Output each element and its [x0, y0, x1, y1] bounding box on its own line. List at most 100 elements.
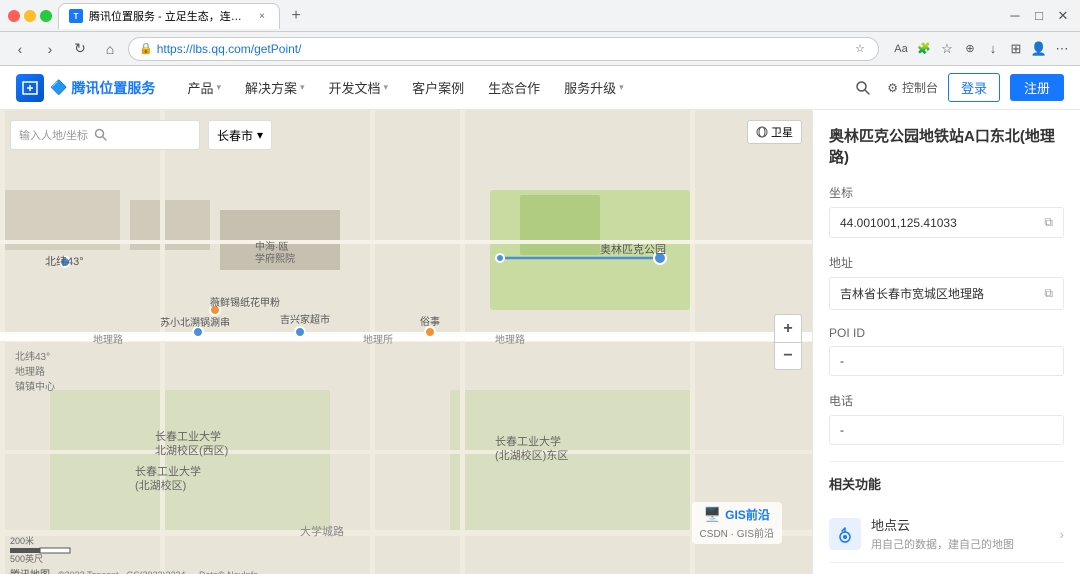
copy-address-button[interactable]: ⧉	[1044, 286, 1053, 301]
related-item-poi-cloud[interactable]: 地点云 用自己的数据，建自己的地图 ›	[829, 505, 1064, 563]
watermark-logo-text: GIS前沿	[725, 506, 770, 523]
map-search-bar: 输入人地/坐标 长春市 ▾	[10, 120, 272, 150]
poi-cloud-name: 地点云	[871, 515, 1049, 534]
panel-divider	[829, 461, 1064, 462]
svg-text:奥林匹克公园: 奥林匹克公园	[600, 242, 666, 256]
svg-text:苏小北溯锅涮串: 苏小北溯锅涮串	[160, 316, 230, 329]
city-name: 长春市	[217, 127, 253, 144]
app-header: 🔷 腾讯位置服务 产品 ▾ 解决方案 ▾ 开发文档 ▾ 客户案例 生态合作 服务…	[0, 66, 1080, 110]
restore-icon[interactable]: □	[1030, 7, 1048, 25]
brand-icon: 🔷	[50, 79, 67, 96]
nav-item-docs[interactable]: 开发文档 ▾	[317, 66, 401, 110]
label-phone: 电话	[829, 392, 1064, 409]
poi-cloud-svg	[836, 525, 854, 543]
copy-coordinates-button[interactable]: ⧉	[1044, 215, 1053, 230]
maximize-window-button[interactable]	[40, 10, 52, 22]
close-window-button[interactable]	[8, 10, 20, 22]
logo-svg	[20, 78, 40, 98]
new-tab-button[interactable]: +	[284, 4, 308, 28]
collections-icon[interactable]: ☆	[937, 39, 957, 59]
svg-text:地理路: 地理路	[93, 333, 123, 346]
font-icon[interactable]: Aa	[891, 39, 911, 59]
address-bar-row: ‹ › ↻ ⌂ 🔒 https://lbs.qq.com/getPoint/ ☆…	[0, 32, 1080, 66]
tab-title: 腾讯位置服务 - 立足生态，连接...	[89, 8, 249, 24]
svg-text:中海·瓯: 中海·瓯	[255, 240, 288, 253]
label-poi-id: POI ID	[829, 326, 1064, 340]
console-icon: ⚙	[887, 81, 898, 95]
section-coordinates: 坐标 44.001001,125.41033 ⧉	[829, 184, 1064, 238]
watermark-brand: 🖥️ GIS前沿	[704, 506, 770, 523]
nav-item-product[interactable]: 产品 ▾	[175, 66, 233, 110]
svg-text:薇鲜锡纸花甲粉: 薇鲜锡纸花甲粉	[210, 296, 280, 309]
phone-value: -	[840, 423, 844, 437]
city-select[interactable]: 长春市 ▾	[208, 120, 272, 150]
poi-cloud-info: 地点云 用自己的数据，建自己的地图	[871, 515, 1049, 552]
related-item-merchant[interactable]: 商户标注中心 店铺免费入驻...	[829, 563, 1064, 574]
svg-text:北纬43°: 北纬43°	[15, 350, 50, 363]
tab-close-button[interactable]: ×	[255, 9, 269, 23]
main-content: 北纬43° 中海·瓯 学府熙院 薇鲜锡纸花甲粉 苏小北溯锅涮串 吉兴家超市 俗事…	[0, 110, 1080, 574]
watermark: 🖥️ GIS前沿 CSDN · GIS前沿	[692, 502, 782, 544]
search-icon-map	[94, 128, 108, 142]
profile-icon[interactable]: 👤	[1029, 39, 1049, 59]
minimize-window-button[interactable]	[24, 10, 36, 22]
label-address: 地址	[829, 254, 1064, 271]
nav-item-solution[interactable]: 解决方案 ▾	[233, 66, 317, 110]
svg-text:北纬43°: 北纬43°	[45, 255, 84, 268]
bookmark-star-icon[interactable]: ☆	[852, 41, 868, 57]
back-button[interactable]: ‹	[8, 37, 32, 61]
svg-text:吉兴家超市: 吉兴家超市	[280, 313, 330, 326]
svg-text:地理所: 地理所	[363, 333, 393, 346]
related-title: 相关功能	[829, 474, 1064, 493]
poi-cloud-icon	[829, 518, 861, 550]
extension-icon[interactable]: 🧩	[914, 39, 934, 59]
refresh-button[interactable]: ↻	[68, 37, 92, 61]
active-tab[interactable]: T 腾讯位置服务 - 立足生态，连接... ×	[58, 3, 280, 29]
satellite-button[interactable]: 卫星	[747, 120, 802, 144]
logo: 🔷 腾讯位置服务	[16, 74, 155, 102]
svg-text:大学城路: 大学城路	[300, 524, 344, 538]
nav-chevron-docs: ▾	[384, 82, 389, 93]
map-search-input[interactable]: 输入人地/坐标	[10, 120, 200, 150]
forward-button[interactable]: ›	[38, 37, 62, 61]
more-icon[interactable]: ⋯	[1052, 39, 1072, 59]
nav-item-service[interactable]: 服务升级 ▾	[552, 66, 636, 110]
search-placeholder: 输入人地/坐标	[19, 127, 88, 143]
home-button[interactable]: ⌂	[98, 37, 122, 61]
svg-text:200米: 200米	[10, 535, 34, 546]
register-button[interactable]: 注册	[1010, 74, 1064, 101]
svg-text:地理路: 地理路	[15, 365, 45, 378]
nav-label-service: 服务升级	[564, 78, 616, 97]
console-button[interactable]: ⚙ 控制台	[887, 79, 938, 96]
header-right: ⚙ 控制台 登录 注册	[849, 73, 1064, 102]
map-area[interactable]: 北纬43° 中海·瓯 学府熙院 薇鲜锡纸花甲粉 苏小北溯锅涮串 吉兴家超市 俗事…	[0, 110, 812, 574]
nav-item-cases[interactable]: 客户案例	[400, 66, 476, 110]
apps-icon[interactable]: ⊞	[1006, 39, 1026, 59]
tab-favicon: T	[69, 9, 83, 23]
poi-id-value: -	[840, 354, 844, 368]
zoom-out-button[interactable]: −	[774, 342, 802, 370]
login-button[interactable]: 登录	[948, 73, 1000, 102]
minimize-icon[interactable]: ─	[1006, 7, 1024, 25]
browser-right-controls: ─ □ ✕	[1006, 7, 1072, 25]
nav-label-product: 产品	[187, 78, 213, 97]
nav-item-eco[interactable]: 生态合作	[476, 66, 552, 110]
panel-title: 奥林匹克公园地铁站A口东北(地理路)	[829, 126, 1064, 168]
search-button[interactable]	[849, 74, 877, 102]
download-icon[interactable]: ↓	[983, 39, 1003, 59]
poi-cloud-desc: 用自己的数据，建自己的地图	[871, 536, 1049, 552]
tab-bar: T 腾讯位置服务 - 立足生态，连接... × +	[58, 0, 1000, 31]
svg-text:长春工业大学: 长春工业大学	[495, 434, 561, 448]
address-right-icons: ☆	[852, 41, 868, 57]
map-controls: + −	[774, 314, 802, 370]
value-box-address: 吉林省长春市宽城区地理路 ⧉	[829, 277, 1064, 310]
close-icon[interactable]: ✕	[1054, 7, 1072, 25]
window-controls	[8, 10, 52, 22]
zoom-in-button[interactable]: +	[774, 314, 802, 342]
address-box[interactable]: 🔒 https://lbs.qq.com/getPoint/ ☆	[128, 37, 879, 61]
nav-chevron-service: ▾	[619, 82, 624, 93]
browser-chrome: T 腾讯位置服务 - 立足生态，连接... × + ─ □ ✕	[0, 0, 1080, 32]
feedback-icon[interactable]: ⊕	[960, 39, 980, 59]
value-box-coordinates: 44.001001,125.41033 ⧉	[829, 207, 1064, 238]
svg-text:(北湖校区)东区: (北湖校区)东区	[495, 448, 568, 462]
